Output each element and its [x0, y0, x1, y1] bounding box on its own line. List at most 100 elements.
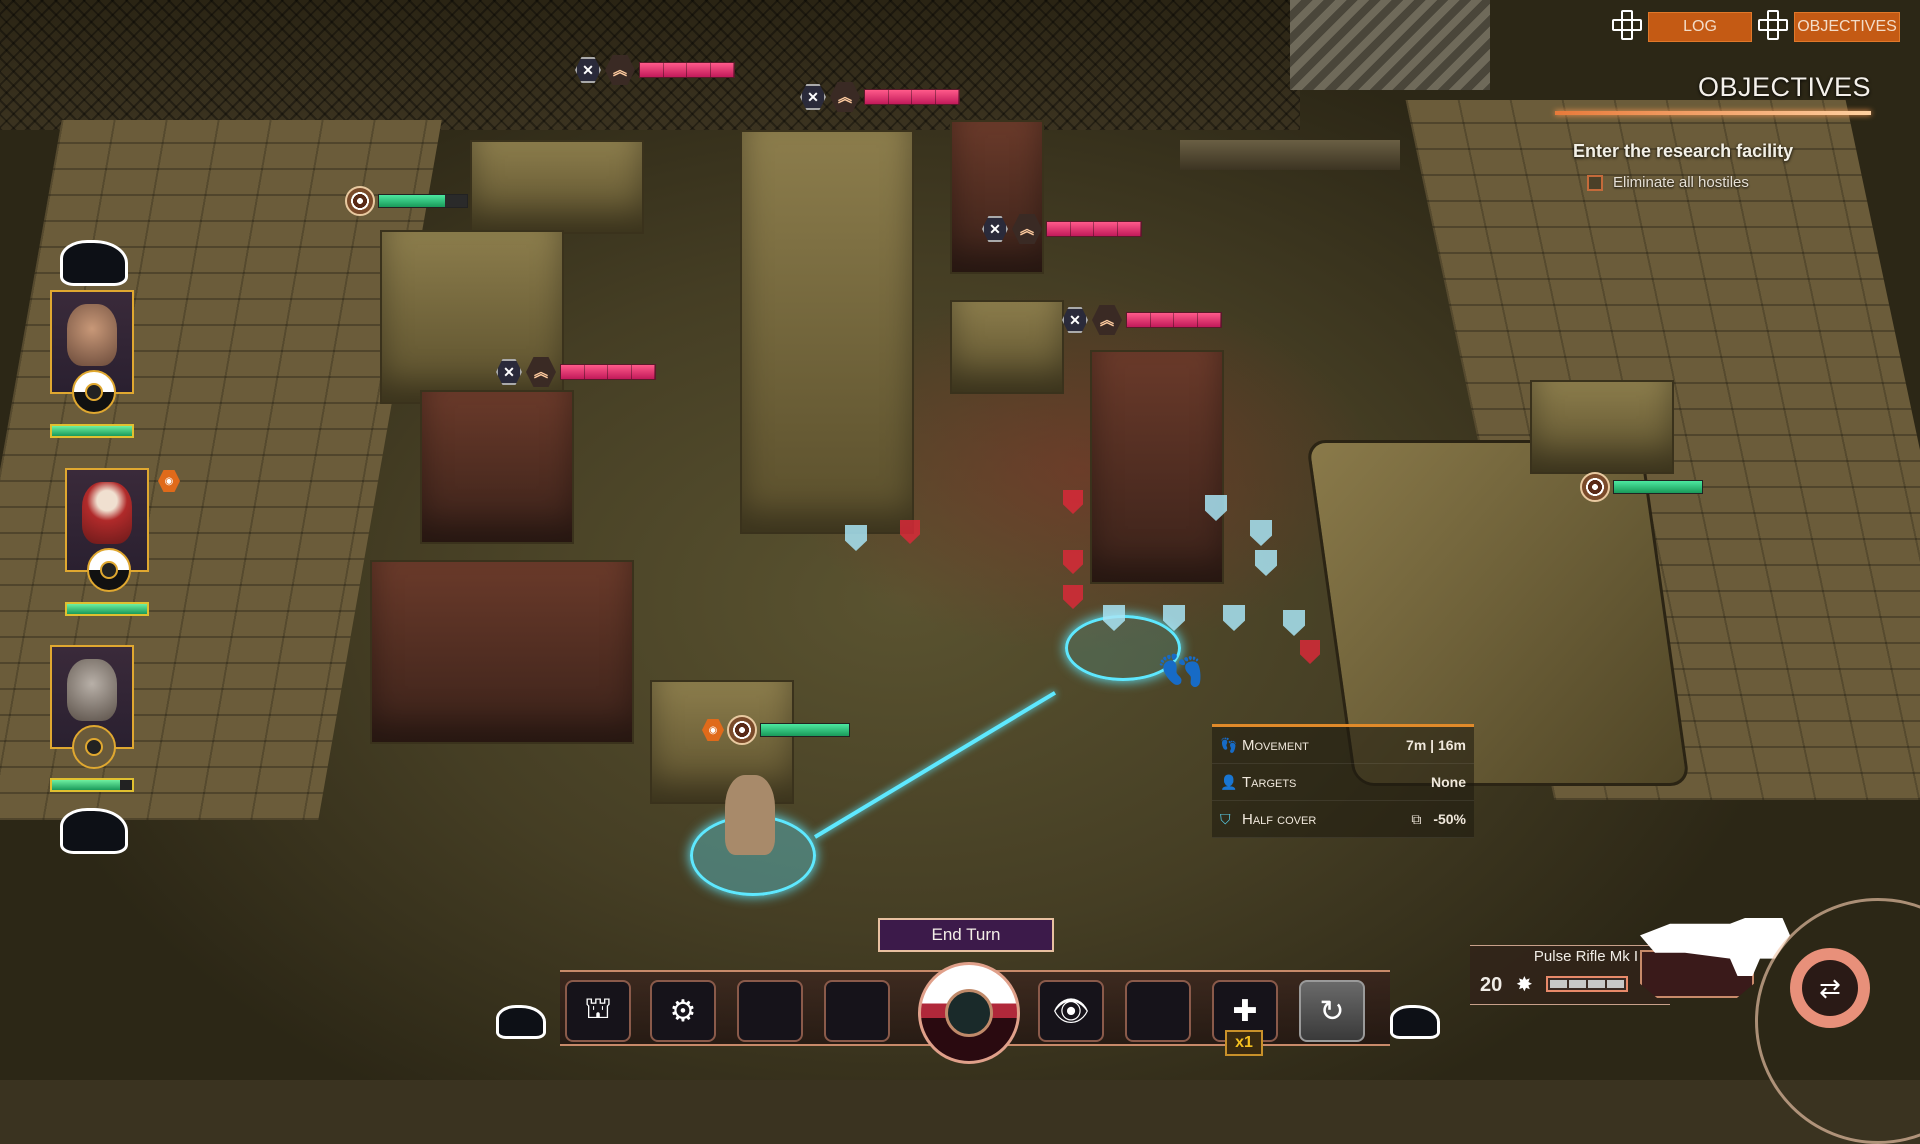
- ally-marker-icon: [345, 186, 375, 216]
- action-points-icon: [87, 548, 131, 592]
- ally-health-indicator[interactable]: ◉: [702, 715, 850, 745]
- enemy-health-bar: [864, 89, 960, 105]
- action-points-icon: [72, 725, 116, 769]
- enemy-health-indicator[interactable]: ✕ ︽: [800, 82, 960, 112]
- crossed-tools-icon: ✕: [800, 84, 826, 110]
- enemy-health-bar: [560, 364, 656, 380]
- weapon-swap-button[interactable]: ⇄: [1790, 948, 1870, 1028]
- targets-value: None: [1431, 774, 1466, 790]
- targets-row: 👤 Targets None: [1212, 764, 1474, 801]
- chevron-rank-icon: ︽: [526, 357, 556, 387]
- ability-hack-button[interactable]: ⚙: [650, 980, 716, 1042]
- footsteps-icon: 👣: [1220, 736, 1238, 753]
- flank-marker-icon: [1063, 550, 1083, 574]
- stairs: [1290, 0, 1490, 90]
- enemy-health-bar: [639, 62, 735, 78]
- mohawk-man-portrait: [67, 659, 117, 721]
- log-button[interactable]: LOG: [1648, 12, 1752, 42]
- end-turn-button[interactable]: End Turn: [878, 918, 1054, 952]
- shield-hex-icon: ◉: [702, 719, 724, 741]
- chevron-rank-icon: ︽: [830, 82, 860, 112]
- enemy-health-indicator[interactable]: ✕ ︽: [1062, 305, 1222, 335]
- cover-crate: [1090, 350, 1224, 584]
- medkit-icon: ✚: [1232, 994, 1258, 1028]
- crossed-tools-icon: ✕: [982, 216, 1008, 242]
- ability-overwatch-button[interactable]: 👁: [1038, 980, 1104, 1042]
- wall: [1180, 140, 1400, 170]
- bumper-right-icon: [1390, 1005, 1440, 1039]
- objective-item: Eliminate all hostiles: [1587, 174, 1871, 191]
- chevron-rank-icon: ︽: [1092, 305, 1122, 335]
- ability-reload-button[interactable]: ↻: [1299, 980, 1365, 1042]
- movement-label: Movement: [1242, 736, 1309, 754]
- objectives-title: OBJECTIVES: [1697, 72, 1871, 102]
- action-points-icon: [72, 370, 116, 414]
- enemy-health-indicator[interactable]: ✕ ︽: [982, 214, 1142, 244]
- dpad-up-icon: [1758, 10, 1788, 40]
- bearded-man-portrait: [67, 304, 117, 366]
- cover-crate: [370, 560, 634, 744]
- main-objective: Enter the research facility: [1573, 141, 1794, 161]
- objectives-panel: OBJECTIVES Enter the research facility E…: [1555, 72, 1871, 191]
- half-cover-shield-icon: [1223, 605, 1245, 631]
- half-cover-shield-icon: [1255, 550, 1277, 576]
- crossed-tools-icon: ✕: [575, 57, 601, 83]
- movement-row: 👣 Movement 7m | 16m: [1212, 727, 1474, 764]
- ability-slot-empty[interactable]: [737, 980, 803, 1042]
- crossed-tools-icon: ✕: [496, 359, 522, 385]
- cover-crate: [420, 390, 574, 544]
- crossed-tools-icon: ✕: [1062, 307, 1088, 333]
- enemy-health-indicator[interactable]: ✕ ︽: [496, 357, 656, 387]
- clip-bar: [1546, 976, 1628, 992]
- half-cover-shield-icon: [1250, 520, 1272, 546]
- flank-marker-icon: [900, 520, 920, 544]
- squad-health-bar: [65, 602, 149, 616]
- squad-prev-button[interactable]: [60, 240, 128, 286]
- ability-slot-empty[interactable]: [824, 980, 890, 1042]
- ally-health-bar: [378, 194, 468, 208]
- cover-crate: [470, 140, 644, 234]
- objectives-button[interactable]: OBJECTIVES: [1794, 12, 1900, 42]
- ally-health-bar: [760, 723, 850, 737]
- defense-squares-icon: ⧉: [1411, 810, 1422, 827]
- cover-row: ⛉ Half cover ⧉ -50%: [1212, 801, 1474, 838]
- chevron-rank-icon: ︽: [1012, 214, 1042, 244]
- half-cover-shield-icon: [1283, 610, 1305, 636]
- move-info-panel: 👣 Movement 7m | 16m 👤 Targets None ⛉ Hal…: [1212, 724, 1474, 838]
- cover-crate: [1530, 380, 1674, 474]
- dpad-down-icon: [1612, 10, 1642, 40]
- squad-portrait-3[interactable]: [50, 645, 134, 769]
- squad-next-button[interactable]: [60, 808, 128, 854]
- flank-marker-icon: [1063, 585, 1083, 609]
- red-helmet-portrait: [82, 482, 132, 544]
- medkit-count-badge: x1: [1225, 1030, 1263, 1056]
- ally-health-bar: [1613, 480, 1703, 494]
- ability-turret-button[interactable]: ⛫: [565, 980, 631, 1042]
- enemy-health-indicator[interactable]: ✕ ︽: [575, 55, 735, 85]
- selected-soldier[interactable]: [725, 775, 775, 855]
- objective-checkbox: [1587, 174, 1603, 191]
- primary-action-button[interactable]: [918, 962, 1020, 1064]
- squad-health-bar: [50, 424, 134, 438]
- squad-portrait-2[interactable]: [65, 468, 149, 592]
- chevron-rank-icon: ︽: [605, 55, 635, 85]
- squad-portrait-1[interactable]: [50, 290, 134, 414]
- objectives-divider: [1555, 111, 1871, 115]
- ability-slot-empty[interactable]: [1125, 980, 1191, 1042]
- ammo-count: 20: [1480, 974, 1503, 996]
- flank-marker-icon: [1063, 490, 1083, 514]
- ally-marker-icon: [727, 715, 757, 745]
- objective-item-label: Eliminate all hostiles: [1613, 174, 1749, 191]
- ally-health-indicator[interactable]: [345, 186, 468, 216]
- weapon-swap-icon: ⇄: [1802, 960, 1858, 1016]
- enemy-health-bar: [1046, 221, 1142, 237]
- cover-value: -50%: [1433, 811, 1466, 827]
- hack-gear-icon: ⚙: [669, 994, 697, 1028]
- movement-value: 7m | 16m: [1406, 737, 1466, 753]
- cover-crate: [950, 300, 1064, 394]
- overwatch-eye-icon: 👁: [1051, 994, 1091, 1028]
- targets-label: Targets: [1242, 773, 1297, 791]
- bumper-left-icon: [496, 1005, 546, 1039]
- cover-crate: [950, 120, 1044, 274]
- ally-health-indicator[interactable]: [1580, 472, 1703, 502]
